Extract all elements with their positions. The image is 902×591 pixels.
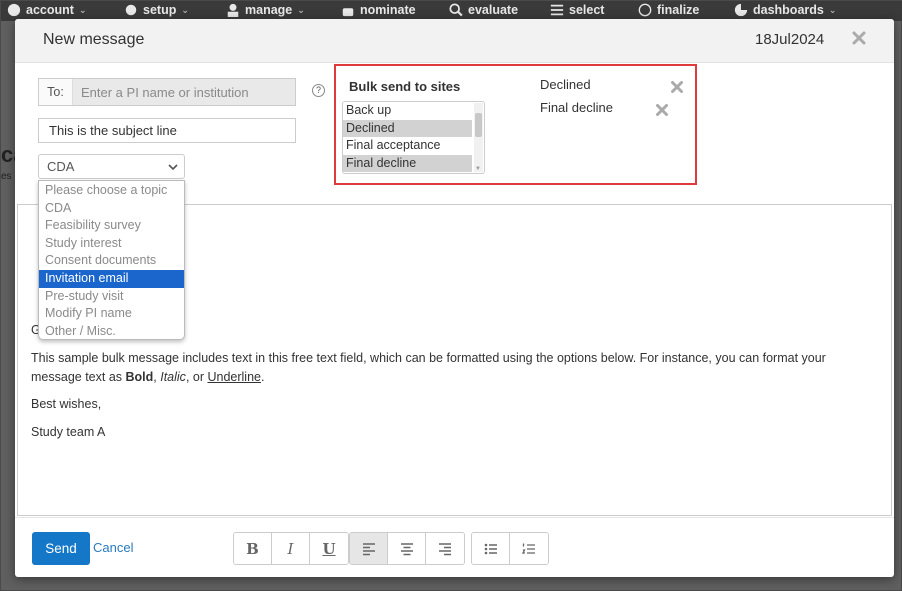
underline-sample: Underline	[207, 370, 261, 384]
modal-title: New message	[43, 31, 145, 48]
nav-setup[interactable]: setup ⌄	[124, 3, 189, 17]
align-center-icon	[400, 542, 413, 555]
send-button[interactable]: Send	[32, 532, 90, 565]
bulk-send-panel: Bulk send to sites Back up Declined Fina…	[334, 64, 697, 185]
close-icon	[656, 104, 668, 116]
modal-date: 18Jul2024	[755, 31, 825, 48]
nav-manage-label: manage	[245, 3, 293, 17]
topic-option-highlighted[interactable]: Invitation email	[39, 269, 184, 288]
align-left-icon	[362, 542, 375, 555]
alignment-toolbar	[349, 532, 465, 565]
topic-option[interactable]: Pre-study visit	[39, 288, 184, 306]
topic-option[interactable]: Other / Misc.	[39, 323, 184, 341]
topic-select[interactable]: CDA	[38, 154, 185, 179]
nav-account[interactable]: account ⌄	[7, 3, 86, 17]
nav-nominate[interactable]: nominate	[341, 3, 416, 17]
nav-account-label: account	[26, 3, 74, 17]
top-nav: account ⌄ setup ⌄ manage ⌄ nominate evaluat…	[1, 1, 902, 21]
chevron-down-icon: ⌄	[297, 4, 305, 15]
bulk-list-scrollbar[interactable]: ▼	[474, 103, 483, 172]
chevron-down-icon	[168, 163, 178, 170]
gear-icon	[125, 4, 137, 16]
bulk-option[interactable]: Final acceptance	[343, 137, 472, 155]
nav-finalize[interactable]: finalize	[638, 3, 699, 17]
to-field: To:	[38, 78, 296, 106]
user-icon	[227, 3, 239, 17]
subject-input[interactable]	[38, 118, 296, 143]
bold-sample: Bold	[125, 370, 154, 384]
nav-finalize-label: finalize	[657, 3, 700, 17]
thumbs-up-icon	[342, 8, 354, 17]
topic-select-value: CDA	[47, 159, 75, 174]
scrollbar-thumb[interactable]	[475, 113, 482, 137]
topic-option[interactable]: Feasibility survey	[39, 217, 184, 235]
modal-header: New message 18Jul2024	[15, 19, 894, 63]
numbered-list-icon	[521, 543, 535, 554]
nav-select[interactable]: select	[550, 3, 604, 17]
bold-button[interactable]: B	[234, 533, 272, 564]
cancel-link[interactable]: Cancel	[93, 540, 133, 555]
background-fragment: es	[1, 171, 12, 182]
topic-option[interactable]: Study interest	[39, 235, 184, 253]
body-separator: , or	[185, 370, 208, 384]
numbered-list-button[interactable]	[510, 533, 548, 564]
nav-evaluate-label: evaluate	[468, 3, 519, 17]
footer-divider	[15, 517, 894, 518]
chevron-down-icon: ⌄	[828, 4, 837, 15]
chevron-down-icon: ⌄	[181, 4, 189, 15]
italic-button[interactable]: I	[272, 533, 310, 564]
bulk-send-title: Bulk send to sites	[349, 79, 461, 94]
nav-manage[interactable]: manage ⌄	[226, 3, 305, 17]
align-right-button[interactable]	[426, 533, 464, 564]
remove-final-decline-button[interactable]	[655, 103, 669, 117]
nav-select-label: select	[569, 3, 605, 17]
check-circle-icon	[638, 3, 652, 17]
align-left-button[interactable]	[350, 533, 388, 564]
scroll-down-arrow-icon[interactable]: ▼	[475, 166, 481, 172]
pie-chart-icon	[734, 3, 748, 17]
search-icon	[449, 3, 463, 17]
nav-dashboards[interactable]: dashboards ⌄	[734, 3, 836, 17]
italic-sample: Italic	[160, 370, 186, 384]
selected-site-declined: Declined	[540, 77, 591, 92]
topic-option[interactable]: CDA	[39, 200, 184, 218]
nav-evaluate[interactable]: evaluate	[449, 3, 518, 17]
body-end: .	[261, 370, 265, 384]
underline-button[interactable]: U	[310, 533, 348, 564]
nav-setup-label: setup	[143, 3, 177, 17]
text-style-toolbar: B I U	[233, 532, 349, 565]
bulleted-list-icon	[484, 543, 497, 554]
topic-option[interactable]: Modify PI name	[39, 305, 184, 323]
globe-icon	[7, 3, 21, 17]
close-icon	[671, 81, 683, 93]
align-right-icon	[439, 542, 451, 555]
to-label: To:	[39, 79, 73, 105]
signature-text: Study team A	[31, 425, 106, 439]
help-icon[interactable]: ?	[312, 84, 325, 97]
topic-dropdown: Please choose a topic CDA Feasibility su…	[38, 180, 185, 340]
to-input[interactable]	[73, 79, 295, 105]
list-icon	[550, 4, 564, 16]
closing-text: Best wishes,	[31, 397, 102, 411]
selected-site-final-decline: Final decline	[540, 100, 613, 115]
nav-nominate-label: nominate	[360, 3, 416, 17]
remove-declined-button[interactable]	[670, 80, 684, 94]
new-message-modal: New message 18Jul2024 To: ? CDA Please c…	[15, 19, 894, 577]
nav-dashboards-label: dashboards	[753, 3, 824, 17]
align-center-button[interactable]	[388, 533, 426, 564]
chevron-down-icon: ⌄	[78, 4, 87, 15]
close-button[interactable]	[851, 30, 867, 46]
bulk-option-selected[interactable]: Declined	[343, 119, 472, 138]
topic-option[interactable]: Please choose a topic	[39, 182, 184, 200]
list-toolbar	[471, 532, 549, 565]
bulk-option[interactable]: Back up	[343, 102, 472, 120]
close-icon	[852, 31, 866, 45]
bulk-option-selected[interactable]: Final decline	[343, 154, 472, 173]
topic-option[interactable]: Consent documents	[39, 252, 184, 270]
bulleted-list-button[interactable]	[472, 533, 510, 564]
message-body: This sample bulk message includes text i…	[31, 349, 851, 387]
bulk-send-list[interactable]: Back up Declined Final acceptance Final …	[342, 101, 485, 174]
